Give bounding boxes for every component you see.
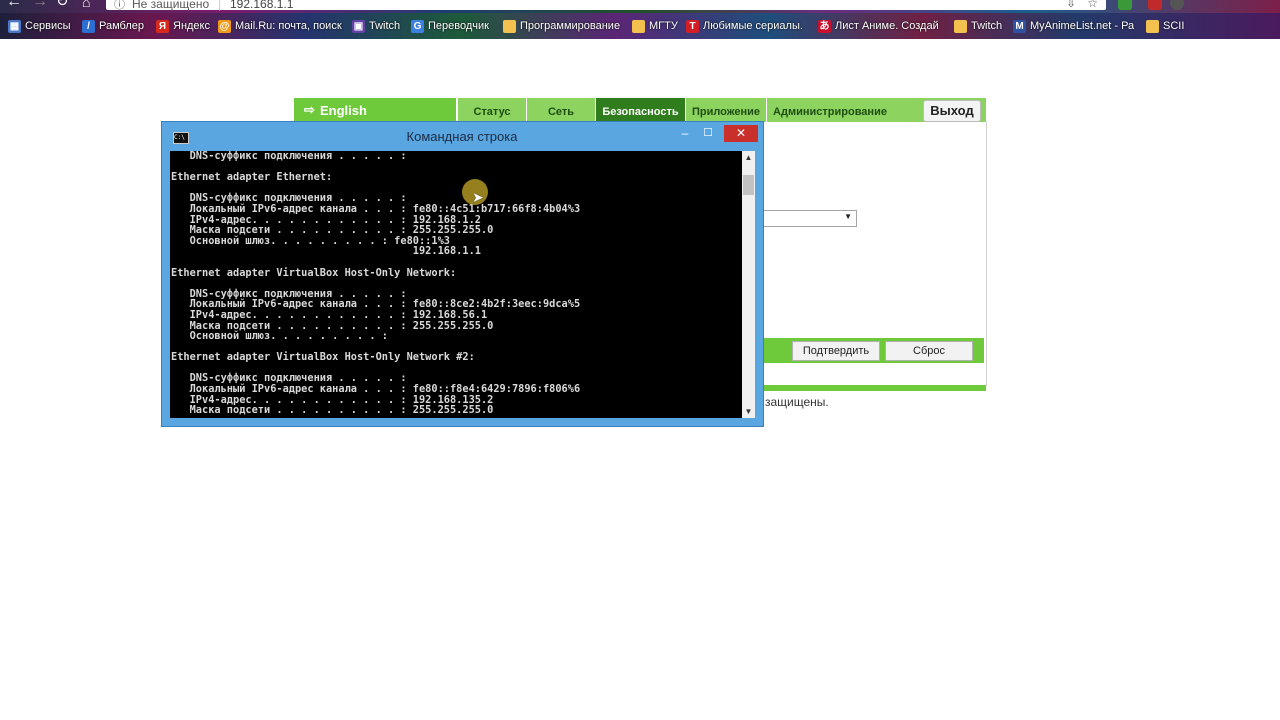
extension-icon[interactable]	[1170, 0, 1184, 10]
rambler-icon: /	[82, 19, 95, 33]
security-label: Не защищено	[132, 0, 210, 11]
mouse-pointer-icon: ➤	[472, 189, 484, 205]
folder-icon	[954, 19, 967, 33]
bookmark-item[interactable]: T Любимые сериалы.	[686, 18, 803, 34]
bookmark-label: SCII	[1163, 20, 1185, 32]
folder-icon	[503, 19, 516, 33]
tab-administration[interactable]: Администрирование	[766, 98, 893, 122]
bookmark-label: Лист Аниме. Создай	[835, 20, 939, 32]
bookmark-item[interactable]: @ Mail.Ru: почта, поиск	[218, 18, 342, 34]
language-switch[interactable]: ⇨ English	[294, 98, 456, 122]
back-arrow-icon[interactable]: ←	[6, 0, 22, 10]
home-icon[interactable]: ⌂	[82, 0, 98, 10]
footer-text: защищены.	[765, 395, 829, 409]
url-text[interactable]: 192.168.1.1	[230, 0, 293, 11]
window-title: Командная строка	[406, 129, 518, 144]
tab-application[interactable]: Приложение	[685, 98, 766, 122]
scroll-up-icon[interactable]: ▲	[742, 151, 755, 164]
bookmark-label: Сервисы	[25, 20, 71, 32]
myanimelist-icon: M	[1013, 19, 1026, 33]
confirm-button[interactable]: Подтвердить	[792, 341, 880, 361]
tab-network[interactable]: Сеть	[526, 98, 595, 122]
tab-security[interactable]: Безопасность	[595, 98, 685, 122]
extensions-area	[1110, 0, 1280, 13]
language-arrow-icon: ⇨	[304, 102, 315, 117]
address-bar[interactable]: ⓘ Не защищено | 192.168.1.1 ⇩ ☆	[106, 0, 1106, 12]
bookmark-item[interactable]: SCII	[1146, 18, 1184, 34]
bookmark-item[interactable]: / Рамблер	[82, 18, 144, 34]
folder-icon	[1146, 19, 1159, 33]
minimize-icon[interactable]: –	[675, 125, 695, 143]
close-icon[interactable]: ✕	[724, 125, 758, 142]
adblock-icon[interactable]	[1148, 0, 1162, 10]
cmd-window[interactable]: C:\ Командная строка – ☐ ✕ DNS-суффикс п…	[161, 121, 764, 427]
console-text: DNS-суффикс подключения . . . . . : Ethe…	[171, 151, 581, 417]
scroll-thumb[interactable]	[743, 175, 754, 195]
bookmark-item[interactable]: МГТУ	[632, 18, 678, 34]
apps-grid-icon: ▦	[8, 19, 21, 33]
bookmark-item[interactable]: M MyAnimeList.net - Ра	[1013, 18, 1134, 34]
extension-icon[interactable]	[1118, 0, 1132, 10]
bookmark-item[interactable]: Программирование	[503, 18, 620, 34]
twitch-icon: ▣	[352, 19, 365, 33]
logout-button[interactable]: Выход	[923, 100, 981, 122]
bookmark-star-icon[interactable]: ☆	[1087, 0, 1098, 10]
bookmark-label: Рамблер	[99, 20, 144, 32]
bookmark-label: Яндекс	[173, 20, 210, 32]
info-icon[interactable]: ⓘ	[114, 0, 125, 12]
yandex-icon: Я	[156, 19, 169, 33]
maximize-icon[interactable]: ☐	[698, 125, 718, 143]
bookmark-item[interactable]: Я Яндекс	[156, 18, 210, 34]
scroll-down-icon[interactable]: ▼	[742, 405, 755, 418]
address-separator: |	[218, 0, 222, 11]
bookmark-label: Twitch	[971, 20, 1003, 32]
settings-select[interactable]: ▼	[757, 210, 857, 227]
action-bar: Подтвердить Сброс	[757, 338, 984, 363]
scrollbar[interactable]: ▲ ▼	[742, 151, 755, 418]
bookmark-label: Любимые сериалы.	[703, 20, 803, 32]
reload-icon[interactable]: ↻	[56, 0, 72, 10]
bookmark-item[interactable]: ▣ Twitch	[352, 18, 400, 34]
reset-button[interactable]: Сброс	[885, 341, 973, 361]
bookmark-item[interactable]: あ Лист Аниме. Создай	[818, 18, 939, 34]
bookmark-item[interactable]: ▦ Сервисы	[8, 18, 71, 34]
download-icon[interactable]: ⇩	[1066, 0, 1076, 10]
bookmark-label: Переводчик	[428, 20, 489, 32]
folder-icon	[632, 19, 645, 33]
bookmark-label: Mail.Ru: почта, поиск	[235, 20, 342, 32]
browser-toolbar: ← → ↻ ⌂ ⓘ Не защищено | 192.168.1.1 ⇩ ☆	[0, 0, 1280, 13]
forward-arrow-icon[interactable]: →	[32, 0, 48, 10]
translate-icon: G	[411, 19, 424, 33]
bookmark-item[interactable]: Twitch	[954, 18, 1002, 34]
console-output[interactable]: DNS-суффикс подключения . . . . . : Ethe…	[170, 151, 742, 418]
bookmark-label: MyAnimeList.net - Ра	[1030, 20, 1135, 32]
tv-icon: T	[686, 19, 699, 33]
mailru-icon: @	[218, 19, 231, 33]
footer-line	[756, 385, 986, 391]
chevron-down-icon: ▼	[844, 212, 852, 221]
language-label: English	[320, 103, 367, 118]
bookmark-item[interactable]: G Переводчик	[411, 18, 489, 34]
bookmark-label: МГТУ	[649, 20, 678, 32]
bookmarks-bar: ▦ Сервисы / Рамблер Я Яндекс @ Mail.Ru: почта, …	[0, 13, 1280, 39]
anime-list-icon: あ	[818, 19, 831, 33]
tab-status[interactable]: Статус	[457, 98, 526, 122]
bookmark-label: Twitch	[369, 20, 401, 32]
bookmark-label: Программирование	[520, 20, 621, 32]
